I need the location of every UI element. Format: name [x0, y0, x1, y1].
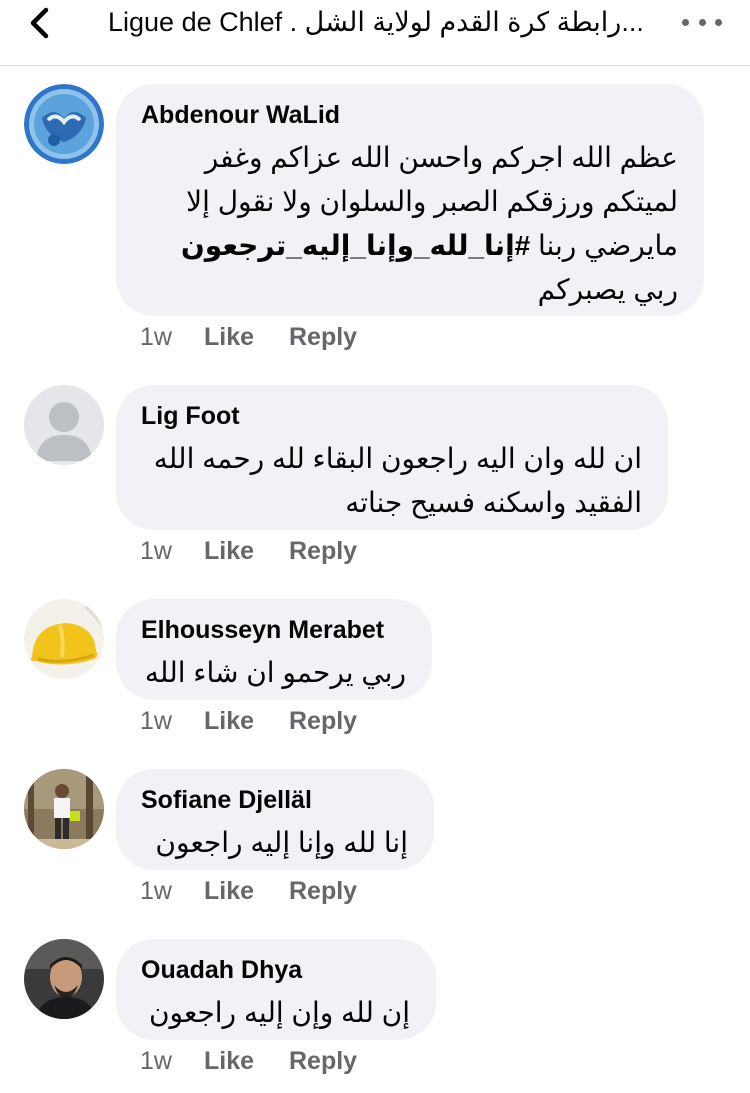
comment-text: ان لله وان اليه راجعون البقاء لله رحمه ا… [153, 443, 642, 518]
comment-bubble: Lig Foot ان لله وان اليه راجعون البقاء ل… [116, 385, 668, 530]
comment-timestamp[interactable]: 1w [140, 536, 172, 566]
chevron-left-icon [30, 7, 49, 39]
reply-button[interactable]: Reply [289, 706, 357, 736]
comment-author[interactable]: Lig Foot [141, 401, 642, 431]
like-button[interactable]: Like [204, 1046, 254, 1076]
comment-author[interactable]: Abdenour WaLid [141, 100, 678, 130]
reply-button[interactable]: Reply [289, 536, 357, 566]
avatar[interactable] [24, 939, 104, 1019]
like-button[interactable]: Like [204, 706, 254, 736]
avatar[interactable] [24, 599, 104, 679]
comment-timestamp[interactable]: 1w [140, 706, 172, 736]
comment-text-part: ربي يصبركم [537, 274, 678, 305]
comment-timestamp[interactable]: 1w [140, 876, 172, 906]
comment-bubble: Abdenour WaLid عظم الله اجركم واحسن الله… [116, 84, 704, 316]
like-button[interactable]: Like [204, 536, 254, 566]
comment-text: إنا لله وإنا إليه راجعون [155, 827, 408, 858]
more-horizontal-icon [682, 18, 689, 26]
top-bar: Ligue de Chlef . رابطة كرة القدم لولاية … [0, 0, 750, 66]
comment-timestamp[interactable]: 1w [140, 322, 172, 352]
comment-bubble: Ouadah Dhya إن لله وإن إليه راجعون [116, 939, 436, 1040]
comment-bubble: Sofiane Djelläl إنا لله وإنا إليه راجعون [116, 769, 434, 870]
avatar[interactable] [24, 84, 104, 164]
comment-author[interactable]: Sofiane Djelläl [141, 785, 408, 815]
comment-text: إن لله وإن إليه راجعون [148, 997, 410, 1028]
comment-author[interactable]: Ouadah Dhya [141, 955, 410, 985]
comment-bubble: Elhousseyn Merabet ربي يرحمو ان شاء الله [116, 599, 432, 700]
avatar[interactable] [24, 385, 104, 465]
reply-button[interactable]: Reply [289, 322, 357, 352]
like-button[interactable]: Like [204, 322, 254, 352]
page-title: Ligue de Chlef . رابطة كرة القدم لولاية … [108, 7, 644, 37]
hashtag-link[interactable]: #إنا_لله_وإنا_إليه_ترجعون [181, 230, 530, 261]
like-button[interactable]: Like [204, 876, 254, 906]
comment-text: عظم الله اجركم واحسن الله عزاكم وغفر لمي… [141, 136, 678, 312]
reply-button[interactable]: Reply [289, 1046, 357, 1076]
comment-text: ربي يرحمو ان شاء الله [144, 657, 406, 688]
comment-timestamp[interactable]: 1w [140, 1046, 172, 1076]
reply-button[interactable]: Reply [289, 876, 357, 906]
comment-author[interactable]: Elhousseyn Merabet [141, 615, 406, 645]
back-button[interactable] [28, 7, 68, 39]
avatar[interactable] [24, 769, 104, 849]
more-options-button[interactable] [682, 12, 722, 32]
